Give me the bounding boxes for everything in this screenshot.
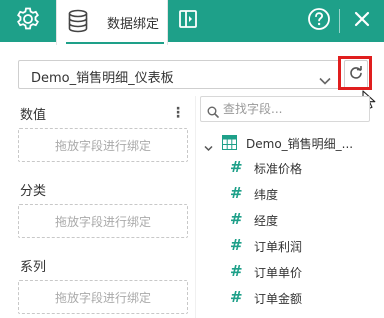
toolbar-divider [339,9,340,33]
gear-icon [15,6,41,36]
tab-label: 数据绑定 [107,17,160,32]
field-label: 订单利润 [254,240,303,254]
field-label: 订单单价 [254,266,303,280]
numeric-field-icon: # [230,288,243,306]
database-icon [67,9,89,37]
tab-underline [66,42,164,44]
highlight-box [338,56,372,90]
field-label: 订单金额 [254,292,303,306]
field-search[interactable] [200,96,370,122]
series-drop-zone[interactable]: 拖放字段进行绑定 [18,280,188,314]
series-section-label: 系列 [20,260,47,275]
field-item[interactable]: # 订单金额 [228,288,368,308]
field-label: 经度 [254,214,279,228]
drop-zone-hint: 拖放字段进行绑定 [54,214,151,229]
field-label: 纬度 [254,188,279,202]
chevron-down-icon [319,70,331,89]
field-item[interactable]: # 纬度 [228,184,368,204]
numeric-field-icon: # [230,236,243,254]
dataset-select[interactable]: Demo_销售明细_仪表板 [18,60,340,89]
drop-zone-hint: 拖放字段进行绑定 [54,290,151,305]
table-icon [222,135,237,154]
tree-root-label: Demo_销售明细_... [246,137,354,151]
panel-toggle-button[interactable] [172,0,204,42]
field-item[interactable]: # 订单利润 [228,236,368,256]
numeric-field-icon: # [230,210,243,228]
panel-toggle-icon [178,9,198,33]
tab-data-binding[interactable]: 数据绑定 [56,0,168,45]
help-icon [307,7,331,35]
dataset-select-value: Demo_销售明细_仪表板 [31,71,174,86]
close-icon [354,11,370,31]
drop-zone-hint: 拖放字段进行绑定 [54,138,151,153]
field-item[interactable]: # 标准价格 [228,158,368,178]
category-drop-zone[interactable]: 拖放字段进行绑定 [18,204,188,238]
panel-divider [195,96,196,318]
numeric-field-icon: # [230,262,243,280]
search-input[interactable] [223,100,363,118]
category-section-label: 分类 [20,184,47,199]
field-item[interactable]: # 经度 [228,210,368,230]
numeric-field-icon: # [230,158,243,176]
chevron-down-icon[interactable] [204,137,213,156]
search-icon [207,103,219,122]
help-button[interactable] [302,0,336,42]
numeric-field-icon: # [230,184,243,202]
close-button[interactable] [344,0,380,42]
values-section-label: 数值 [20,108,47,123]
field-item[interactable]: # 订单单价 [228,262,368,282]
tree-root-node[interactable]: Demo_销售明细_... [200,134,375,152]
more-options-icon[interactable]: ⋮ [171,106,185,120]
values-drop-zone[interactable]: 拖放字段进行绑定 [18,128,188,162]
settings-button[interactable] [10,0,46,42]
top-bar: 数据绑定 [0,0,384,45]
field-label: 标准价格 [254,162,303,176]
